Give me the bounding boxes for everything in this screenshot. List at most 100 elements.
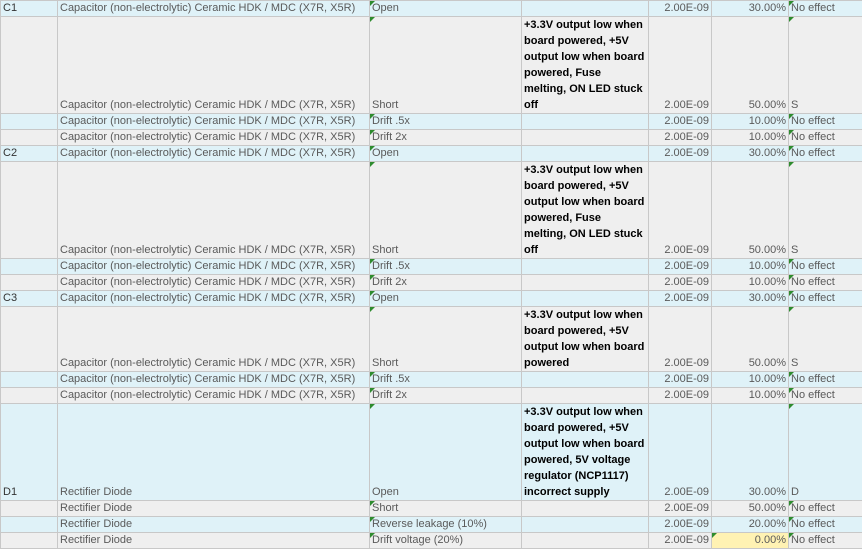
component-cell[interactable]: Capacitor (non-electrolytic) Ceramic HDK… (58, 146, 370, 162)
mode-percent-cell[interactable]: 50.00% (712, 501, 789, 517)
effect-cell[interactable] (522, 275, 649, 291)
effect-cell[interactable] (522, 291, 649, 307)
ref-cell[interactable]: C1 (1, 1, 58, 17)
effect-cell[interactable] (522, 146, 649, 162)
table-row[interactable]: Capacitor (non-electrolytic) Ceramic HDK… (1, 259, 862, 275)
failure-rate-cell[interactable]: 2.00E-09 (649, 162, 712, 259)
table-row[interactable]: Rectifier DiodeReverse leakage (10%) 2.00… (1, 517, 862, 533)
failure-mode-cell[interactable]: Short (370, 501, 522, 517)
table-row[interactable]: Rectifier DiodeDrift voltage (20%)2.00E-… (1, 533, 862, 549)
severity-cell[interactable]: No effect (789, 388, 862, 404)
component-cell[interactable]: Rectifier Diode (58, 517, 370, 533)
effect-cell[interactable]: +3.3V output low when board powered, +5V… (522, 307, 649, 372)
mode-percent-cell[interactable]: 10.00% (712, 130, 789, 146)
component-cell[interactable]: Capacitor (non-electrolytic) Ceramic HDK… (58, 114, 370, 130)
ref-cell[interactable] (1, 259, 58, 275)
table-row[interactable]: D1Rectifier DiodeOpen+3.3V output low wh… (1, 404, 862, 501)
table-row[interactable]: Capacitor (non-electrolytic) Ceramic HDK… (1, 17, 862, 114)
severity-cell[interactable]: No effect (789, 130, 862, 146)
failure-rate-cell[interactable]: 2.00E-09 (649, 372, 712, 388)
failure-mode-cell[interactable]: Drift 2x (370, 275, 522, 291)
ref-cell[interactable] (1, 307, 58, 372)
ref-cell[interactable] (1, 275, 58, 291)
failure-rate-cell[interactable]: 2.00E-09 (649, 388, 712, 404)
effect-cell[interactable]: +3.3V output low when board powered, +5V… (522, 404, 649, 501)
severity-cell[interactable]: No effect (789, 517, 862, 533)
component-cell[interactable]: Rectifier Diode (58, 501, 370, 517)
component-cell[interactable]: Capacitor (non-electrolytic) Ceramic HDK… (58, 17, 370, 114)
ref-cell[interactable]: C2 (1, 146, 58, 162)
severity-cell[interactable]: No effect (789, 372, 862, 388)
failure-rate-cell[interactable]: 2.00E-09 (649, 259, 712, 275)
effect-cell[interactable]: +3.3V output low when board powered, +5V… (522, 162, 649, 259)
failure-mode-cell[interactable]: Drift 2x (370, 388, 522, 404)
effect-cell[interactable] (522, 517, 649, 533)
failure-mode-cell[interactable]: Open (370, 146, 522, 162)
ref-cell[interactable]: C3 (1, 291, 58, 307)
ref-cell[interactable] (1, 517, 58, 533)
component-cell[interactable]: Capacitor (non-electrolytic) Ceramic HDK… (58, 275, 370, 291)
mode-percent-cell[interactable]: 0.00% (712, 533, 789, 549)
effect-cell[interactable] (522, 501, 649, 517)
failure-mode-cell[interactable]: Short (370, 17, 522, 114)
effect-cell[interactable] (522, 259, 649, 275)
component-cell[interactable]: Capacitor (non-electrolytic) Ceramic HDK… (58, 291, 370, 307)
severity-cell[interactable]: No effect (789, 1, 862, 17)
mode-percent-cell[interactable]: 10.00% (712, 114, 789, 130)
mode-percent-cell[interactable]: 30.00% (712, 291, 789, 307)
failure-mode-cell[interactable]: Open (370, 404, 522, 501)
failure-rate-cell[interactable]: 2.00E-09 (649, 404, 712, 501)
severity-cell[interactable]: S (789, 307, 862, 372)
effect-cell[interactable] (522, 1, 649, 17)
mode-percent-cell[interactable]: 10.00% (712, 259, 789, 275)
table-row[interactable]: C1Capacitor (non-electrolytic) Ceramic H… (1, 1, 862, 17)
failure-mode-cell[interactable]: Drift voltage (20%) (370, 533, 522, 549)
component-cell[interactable]: Capacitor (non-electrolytic) Ceramic HDK… (58, 388, 370, 404)
ref-cell[interactable] (1, 17, 58, 114)
failure-mode-cell[interactable]: Short (370, 307, 522, 372)
effect-cell[interactable] (522, 372, 649, 388)
effect-cell[interactable] (522, 130, 649, 146)
failure-mode-cell[interactable]: Drift .5x (370, 259, 522, 275)
failure-mode-cell[interactable]: Drift .5x (370, 114, 522, 130)
table-row[interactable]: C2Capacitor (non-electrolytic) Ceramic H… (1, 146, 862, 162)
severity-cell[interactable]: No effect (789, 291, 862, 307)
failure-mode-cell[interactable]: Open (370, 1, 522, 17)
component-cell[interactable]: Capacitor (non-electrolytic) Ceramic HDK… (58, 259, 370, 275)
failure-rate-cell[interactable]: 2.00E-09 (649, 130, 712, 146)
mode-percent-cell[interactable]: 20.00% (712, 517, 789, 533)
ref-cell[interactable] (1, 130, 58, 146)
failure-rate-cell[interactable]: 2.00E-09 (649, 517, 712, 533)
failure-rate-cell[interactable]: 2.00E-09 (649, 291, 712, 307)
component-cell[interactable]: Capacitor (non-electrolytic) Ceramic HDK… (58, 130, 370, 146)
mode-percent-cell[interactable]: 10.00% (712, 275, 789, 291)
severity-cell[interactable]: S (789, 17, 862, 114)
severity-cell[interactable]: D (789, 404, 862, 501)
effect-cell[interactable] (522, 388, 649, 404)
failure-rate-cell[interactable]: 2.00E-09 (649, 146, 712, 162)
table-row[interactable]: Capacitor (non-electrolytic) Ceramic HDK… (1, 372, 862, 388)
failure-mode-cell[interactable]: Short (370, 162, 522, 259)
failure-mode-cell[interactable]: Reverse leakage (10%) (370, 517, 522, 533)
ref-cell[interactable] (1, 388, 58, 404)
component-cell[interactable]: Capacitor (non-electrolytic) Ceramic HDK… (58, 1, 370, 17)
component-cell[interactable]: Capacitor (non-electrolytic) Ceramic HDK… (58, 372, 370, 388)
failure-rate-cell[interactable]: 2.00E-09 (649, 501, 712, 517)
effect-cell[interactable] (522, 533, 649, 549)
severity-cell[interactable]: S (789, 162, 862, 259)
table-row[interactable]: Capacitor (non-electrolytic) Ceramic HDK… (1, 388, 862, 404)
table-row[interactable]: Capacitor (non-electrolytic) Ceramic HDK… (1, 275, 862, 291)
table-row[interactable]: Capacitor (non-electrolytic) Ceramic HDK… (1, 130, 862, 146)
failure-mode-cell[interactable]: Drift 2x (370, 130, 522, 146)
table-row[interactable]: Capacitor (non-electrolytic) Ceramic HDK… (1, 114, 862, 130)
mode-percent-cell[interactable]: 50.00% (712, 162, 789, 259)
table-row[interactable]: Capacitor (non-electrolytic) Ceramic HDK… (1, 162, 862, 259)
table-row[interactable]: C3Capacitor (non-electrolytic) Ceramic H… (1, 291, 862, 307)
severity-cell[interactable]: No effect (789, 501, 862, 517)
failure-rate-cell[interactable]: 2.00E-09 (649, 307, 712, 372)
ref-cell[interactable]: D1 (1, 404, 58, 501)
failure-mode-cell[interactable]: Drift .5x (370, 372, 522, 388)
table-row[interactable]: Rectifier DiodeShort 2.00E-0950.00%No eff… (1, 501, 862, 517)
ref-cell[interactable] (1, 533, 58, 549)
mode-percent-cell[interactable]: 50.00% (712, 307, 789, 372)
